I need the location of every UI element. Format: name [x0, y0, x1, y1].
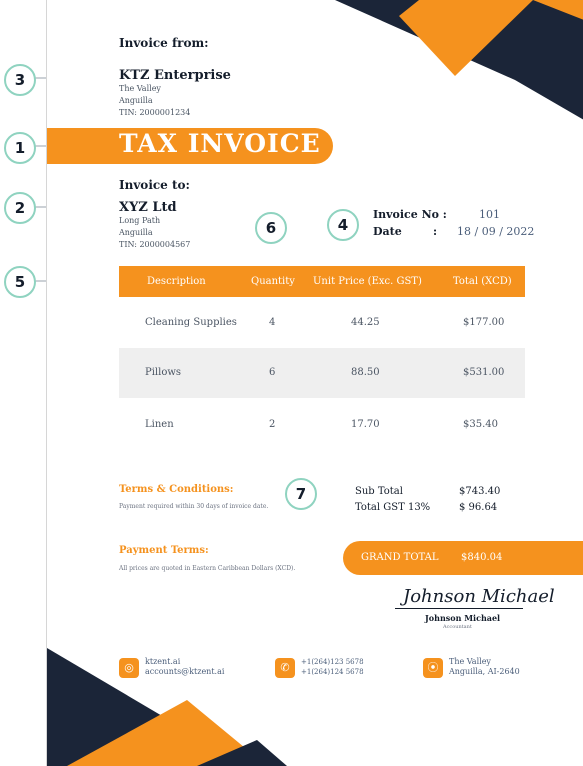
col-total: Total (XCD) [453, 276, 512, 287]
row-unit-price: 88.50 [351, 367, 380, 378]
callout-3: 3 [4, 64, 36, 96]
invoice-to-heading: Invoice to: [119, 178, 190, 192]
to-address2: Anguilla [119, 228, 153, 237]
page-title: TAX INVOICE [119, 129, 321, 158]
footer-phone2: +1(264)124 5678 [301, 668, 364, 676]
invoice-page: Invoice from: KTZ Enterprise The Valley … [46, 0, 583, 766]
from-address2: Anguilla [119, 96, 153, 105]
signature-line [395, 608, 523, 609]
grand-total-label: GRAND TOTAL [361, 552, 439, 563]
from-tin: TIN: 2000001234 [119, 108, 191, 117]
row-description: Linen [145, 419, 174, 430]
signatory-role: Accountant [443, 624, 472, 630]
footer-email: accounts@ktzent.ai [145, 667, 225, 676]
row-quantity: 2 [269, 419, 276, 430]
invoice-no-label: Invoice No : [373, 208, 447, 221]
invoice-no-value: 101 [479, 208, 500, 221]
gst-label: Total GST 13% [355, 502, 431, 513]
table-row: Pillows 6 88.50 $531.00 [119, 348, 525, 398]
row-unit-price: 17.70 [351, 419, 380, 430]
from-company: KTZ Enterprise [119, 68, 231, 83]
footer-web: ktzent.ai [145, 657, 181, 666]
subtotal-value: $743.40 [459, 486, 501, 497]
footer-addr2: Anguilla, AI-2640 [449, 667, 520, 676]
callout-4: 4 [327, 209, 359, 241]
row-quantity: 4 [269, 317, 276, 328]
location-pin-icon: ⦿ [423, 658, 443, 678]
row-total: $35.40 [463, 419, 498, 430]
callout-6: 6 [255, 212, 287, 244]
callout-5: 5 [4, 266, 36, 298]
col-description: Description [147, 276, 206, 287]
row-description: Pillows [145, 367, 182, 378]
signature-script: Johnson Michael [403, 586, 555, 607]
callout-1: 1 [4, 132, 36, 164]
date-colon: : [433, 225, 438, 238]
col-unit-price: Unit Price (Exc. GST) [313, 276, 422, 287]
callout-2: 2 [4, 192, 36, 224]
grand-total-value: $840.04 [461, 552, 503, 563]
table-row: Linen 2 17.70 $35.40 [119, 400, 525, 450]
table-row: Cleaning Supplies 4 44.25 $177.00 [119, 298, 525, 348]
globe-icon: ◎ [119, 658, 139, 678]
terms-heading: Terms & Conditions: [119, 484, 234, 495]
row-total: $177.00 [463, 317, 505, 328]
gst-value: $ 96.64 [459, 502, 498, 513]
payment-text: All prices are quoted in Eastern Caribbe… [119, 565, 296, 572]
to-company: XYZ Ltd [119, 200, 177, 215]
col-quantity: Quantity [251, 276, 295, 287]
phone-icon: ✆ [275, 658, 295, 678]
callout-7: 7 [285, 478, 317, 510]
date-value: 18 / 09 / 2022 [457, 225, 535, 238]
subtotal-label: Sub Total [355, 486, 403, 497]
row-description: Cleaning Supplies [145, 317, 237, 328]
invoice-from-heading: Invoice from: [119, 36, 209, 50]
to-address1: Long Path [119, 216, 161, 225]
footer-addr1: The Valley [449, 657, 491, 666]
payment-heading: Payment Terms: [119, 545, 209, 556]
from-address1: The Valley [119, 84, 161, 93]
date-label: Date [373, 225, 402, 238]
footer-phone1: +1(264)123 5678 [301, 658, 364, 666]
row-total: $531.00 [463, 367, 505, 378]
signatory-name: Johnson Michael [425, 613, 501, 623]
table-header: Description Quantity Unit Price (Exc. GS… [119, 266, 525, 297]
to-tin: TIN: 2000004567 [119, 240, 191, 249]
row-unit-price: 44.25 [351, 317, 380, 328]
row-quantity: 6 [269, 367, 276, 378]
terms-text: Payment required within 30 days of invoi… [119, 503, 269, 510]
